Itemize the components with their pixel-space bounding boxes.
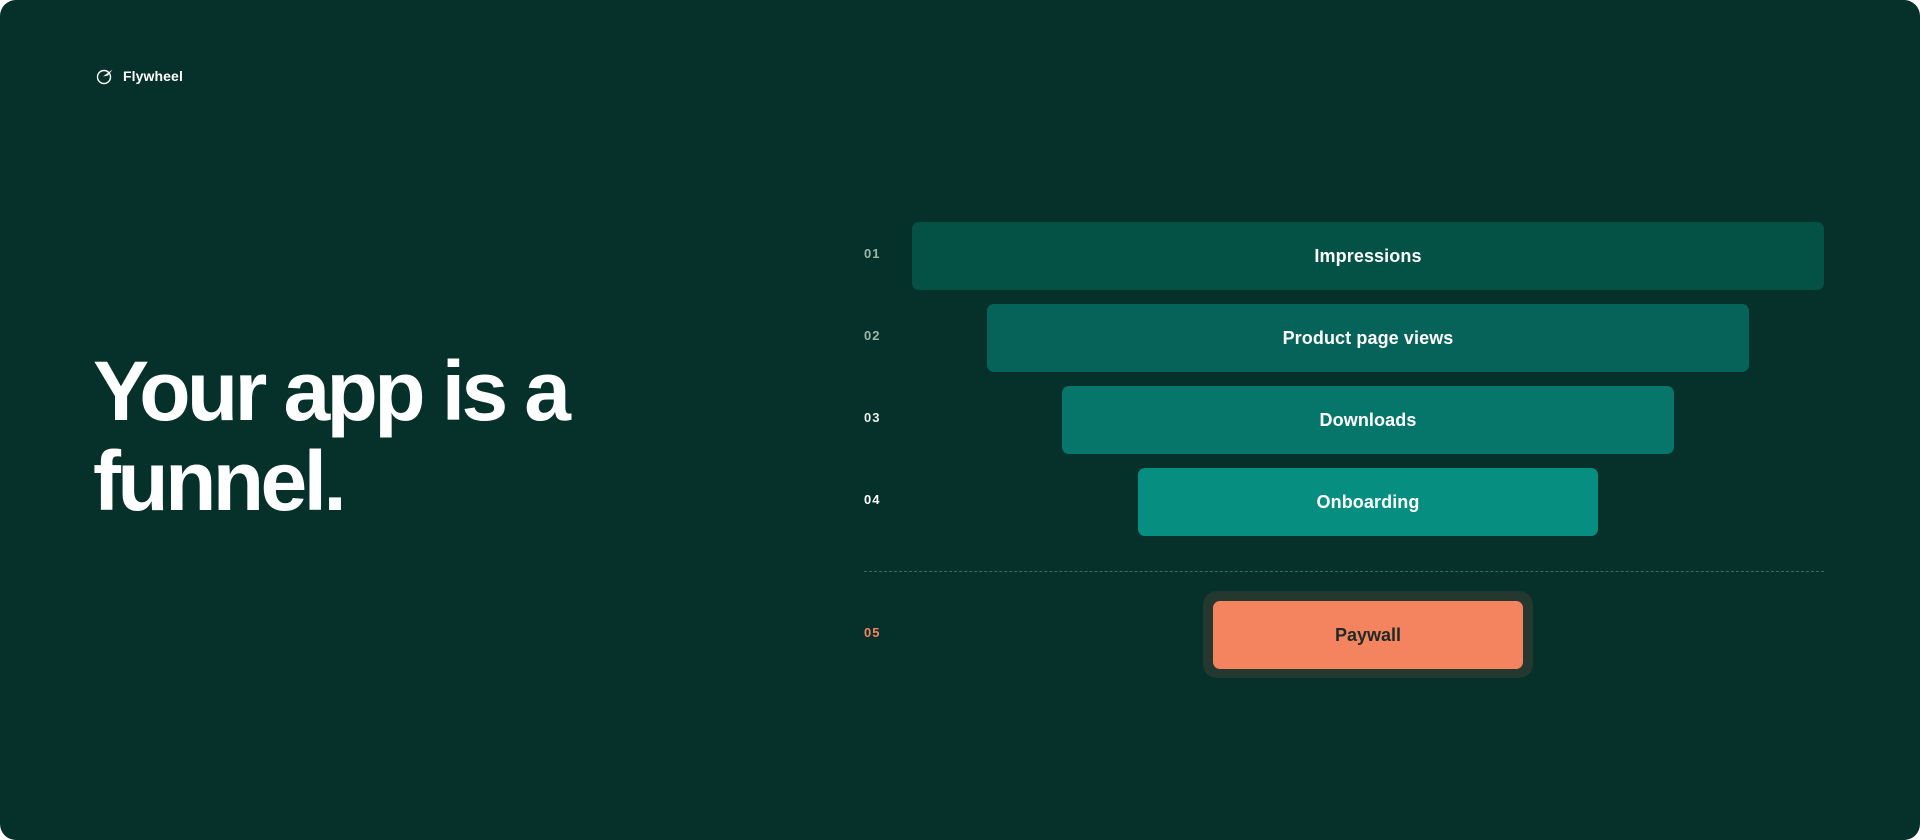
step-number: 04 <box>864 492 881 507</box>
funnel-bar-label: Onboarding <box>1316 491 1420 512</box>
brand: Flywheel <box>95 66 183 86</box>
funnel-bar-downloads: Downloads <box>1062 386 1674 454</box>
funnel-bar-label: Impressions <box>1314 245 1422 266</box>
funnel-divider <box>864 571 1824 572</box>
brand-name: Flywheel <box>123 68 183 84</box>
funnel-bar-impressions: Impressions <box>912 222 1824 290</box>
step-number: 01 <box>864 246 881 261</box>
step-number: 03 <box>864 410 881 425</box>
headline-line-2: funnel. <box>93 434 347 528</box>
funnel-bar-paywall: Paywall <box>1213 601 1523 669</box>
page-title: Your app is a funnel. <box>93 346 653 526</box>
slide-canvas: Flywheel Your app is a funnel. 01 Impres… <box>0 0 1920 840</box>
funnel-bar-label: Product page views <box>1282 327 1454 348</box>
headline-line-1: Your app is a <box>93 344 571 438</box>
funnel-bar-product-page-views: Product page views <box>987 304 1749 372</box>
funnel-bar-label: Downloads <box>1319 409 1417 430</box>
step-number-paywall: 05 <box>864 625 881 640</box>
funnel-bar-onboarding: Onboarding <box>1138 468 1598 536</box>
flywheel-logo-icon <box>96 69 113 85</box>
step-number: 02 <box>864 328 881 343</box>
funnel-bar-label: Paywall <box>1334 624 1402 645</box>
